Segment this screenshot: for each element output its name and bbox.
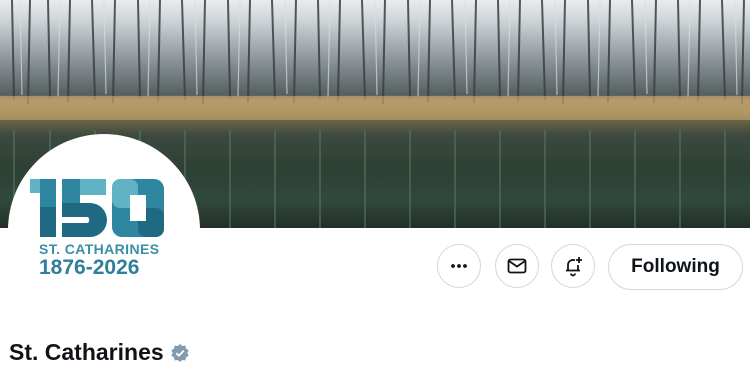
verified-badge-icon[interactable] bbox=[170, 343, 190, 363]
more-horizontal-icon bbox=[451, 264, 467, 268]
message-button[interactable] bbox=[495, 244, 539, 288]
avatar-city-text: ST. CATHARINES bbox=[39, 241, 160, 257]
following-button[interactable]: Following bbox=[608, 244, 743, 290]
envelope-icon bbox=[507, 258, 527, 274]
profile-name-row: St. Catharines bbox=[9, 339, 190, 366]
anniversary-150-logo bbox=[30, 179, 164, 237]
more-options-button[interactable] bbox=[437, 244, 481, 288]
avatar-years-text: 1876-2026 bbox=[39, 256, 140, 279]
profile-display-name: St. Catharines bbox=[9, 339, 164, 365]
notifications-button[interactable] bbox=[551, 244, 595, 288]
bell-plus-icon bbox=[566, 257, 582, 277]
